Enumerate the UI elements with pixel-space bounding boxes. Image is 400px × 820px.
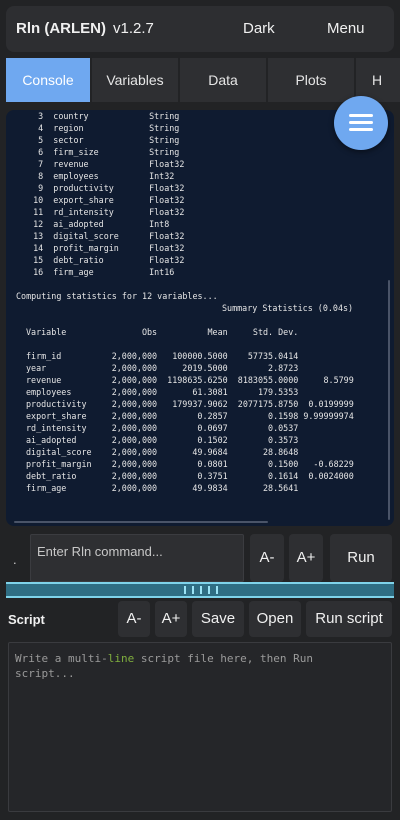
menu-button[interactable]: Menu bbox=[327, 20, 365, 37]
console-horizontal-scrollbar[interactable] bbox=[14, 521, 268, 523]
command-input[interactable] bbox=[30, 534, 244, 582]
computing-status-line: Computing statistics for 12 variables... bbox=[16, 291, 218, 301]
pane-splitter[interactable] bbox=[6, 582, 394, 598]
tab-variables[interactable]: Variables bbox=[92, 58, 178, 102]
app-header: Rln (ARLEN) v1.2.7 Dark Menu bbox=[6, 6, 394, 52]
open-script-button[interactable]: Open bbox=[249, 601, 301, 637]
tab-console[interactable]: Console bbox=[6, 58, 90, 102]
script-font-increase-button[interactable]: A+ bbox=[155, 601, 187, 637]
app-version: v1.2.7 bbox=[113, 20, 154, 37]
console-font-increase-button[interactable]: A+ bbox=[289, 534, 323, 582]
summary-statistics-table: Variable Obs Mean Std. Dev. firm_id 2,00… bbox=[26, 327, 354, 493]
run-script-button[interactable]: Run script bbox=[306, 601, 392, 637]
run-button[interactable]: Run bbox=[330, 534, 392, 582]
script-editor[interactable]: Write a multi-line script file here, the… bbox=[8, 642, 392, 812]
console-output[interactable]: 3 country String 4 region String 5 secto… bbox=[6, 110, 394, 526]
variable-list-output: 3 country String 4 region String 5 secto… bbox=[33, 111, 185, 277]
console-vertical-scrollbar[interactable] bbox=[388, 280, 390, 520]
console-font-decrease-button[interactable]: A- bbox=[250, 534, 284, 582]
tab-plots[interactable]: Plots bbox=[268, 58, 354, 102]
app-title: Rln (ARLEN) bbox=[16, 20, 106, 37]
menu-icon-bar bbox=[349, 121, 373, 124]
fab-menu-button[interactable] bbox=[334, 96, 388, 150]
script-font-decrease-button[interactable]: A- bbox=[118, 601, 150, 637]
summary-title: Summary Statistics (0.04s) bbox=[222, 303, 354, 313]
tab-bar: Console Variables Data Plots H bbox=[6, 58, 400, 102]
dark-mode-button[interactable]: Dark bbox=[243, 20, 275, 37]
script-placeholder: Write a multi-line script file here, the… bbox=[15, 652, 320, 680]
save-script-button[interactable]: Save bbox=[192, 601, 244, 637]
command-prompt: . bbox=[13, 552, 17, 567]
script-label: Script bbox=[8, 612, 45, 627]
drag-grip-icon bbox=[184, 586, 218, 594]
tab-data[interactable]: Data bbox=[180, 58, 266, 102]
menu-icon bbox=[349, 114, 373, 117]
menu-icon-bar bbox=[349, 128, 373, 131]
